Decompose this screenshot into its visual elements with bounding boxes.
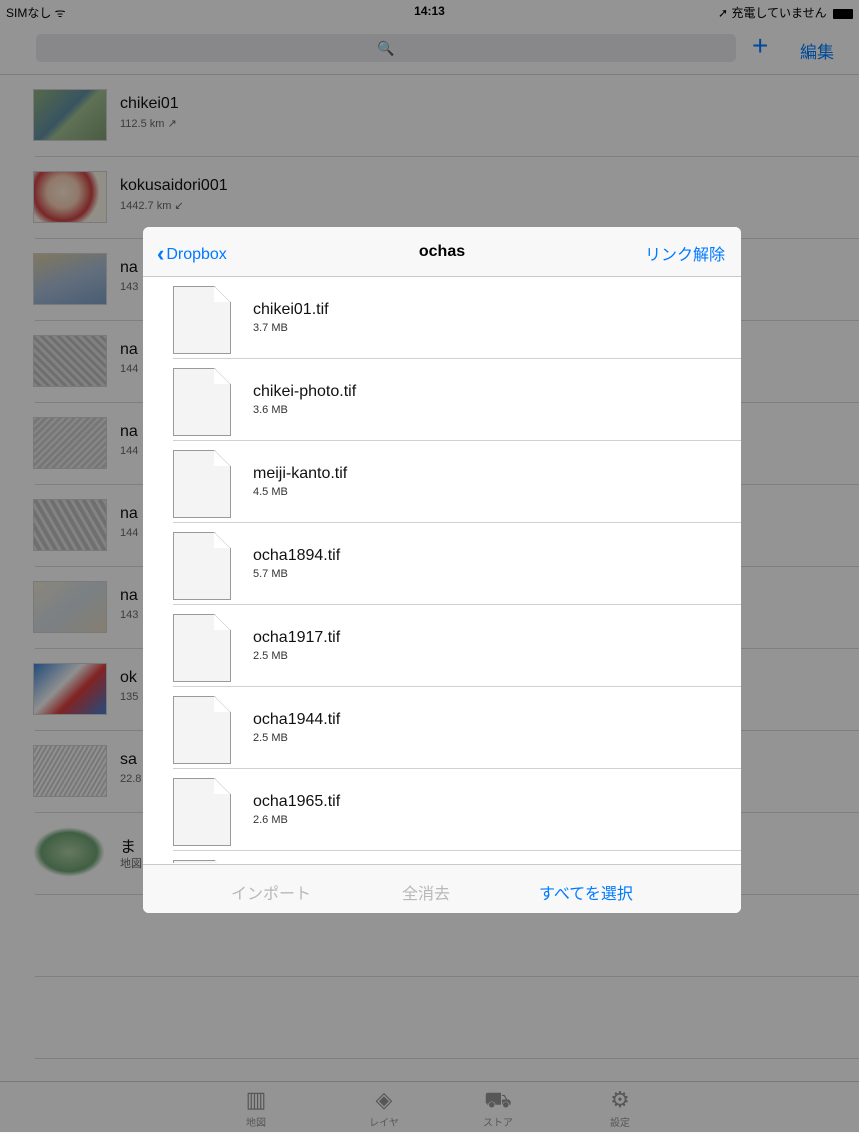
file-size: 2.6 MB: [253, 814, 288, 826]
document-fold: [214, 778, 230, 794]
file-size: 5.7 MB: [253, 568, 288, 580]
select-all-button[interactable]: すべてを選択: [539, 880, 633, 904]
file-size: 3.7 MB: [253, 322, 288, 334]
file-list-item[interactable]: chikei01.tif 3.7 MB: [143, 277, 741, 359]
file-name: chikei-photo.tif: [253, 383, 357, 400]
file-list-item[interactable]: chikei-photo.tif 3.6 MB: [143, 359, 741, 441]
document-fold: [214, 532, 230, 548]
file-list-item[interactable]: ocha1894.tif 5.7 MB: [143, 523, 741, 605]
file-list-item[interactable]: ocha1944.tif 2.5 MB: [143, 687, 741, 769]
modal-toolbar: インポート 全消去 すべてを選択: [143, 864, 741, 913]
file-size: 2.5 MB: [253, 732, 288, 744]
file-list-item[interactable]: ocha1917.tif 2.5 MB: [143, 605, 741, 687]
file-size: 3.6 MB: [253, 404, 288, 416]
file-list[interactable]: chikei01.tif 3.7 MB chikei-photo.tif 3.6…: [143, 277, 741, 863]
file-list-item[interactable]: meiji-kanto.tif 4.5 MB: [143, 441, 741, 523]
document-fold: [214, 286, 230, 302]
dropbox-file-picker: ‹ Dropbox ochas リンク解除 chikei01.tif 3.7 MB…: [143, 227, 741, 913]
modal-navigation-bar: ‹ Dropbox ochas リンク解除: [143, 227, 741, 277]
file-size: 2.5 MB: [253, 650, 288, 662]
import-button[interactable]: インポート: [231, 880, 311, 904]
unlink-button[interactable]: リンク解除: [645, 241, 725, 265]
document-fold: [214, 368, 230, 384]
document-fold: [214, 450, 230, 466]
file-list-item-partial[interactable]: [143, 851, 741, 863]
document-fold: [214, 696, 230, 712]
document-icon: [173, 860, 231, 863]
file-name: ocha1965.tif: [253, 793, 341, 810]
document-fold: [214, 614, 230, 630]
file-name: chikei01.tif: [253, 301, 329, 318]
file-name: ocha1917.tif: [253, 629, 341, 646]
file-list-item[interactable]: ocha1965.tif 2.6 MB: [143, 769, 741, 851]
file-name: meiji-kanto.tif: [253, 465, 348, 482]
file-size: 4.5 MB: [253, 486, 288, 498]
file-name: ocha1894.tif: [253, 547, 341, 564]
clear-all-button[interactable]: 全消去: [402, 880, 450, 904]
file-name: ocha1944.tif: [253, 711, 341, 728]
